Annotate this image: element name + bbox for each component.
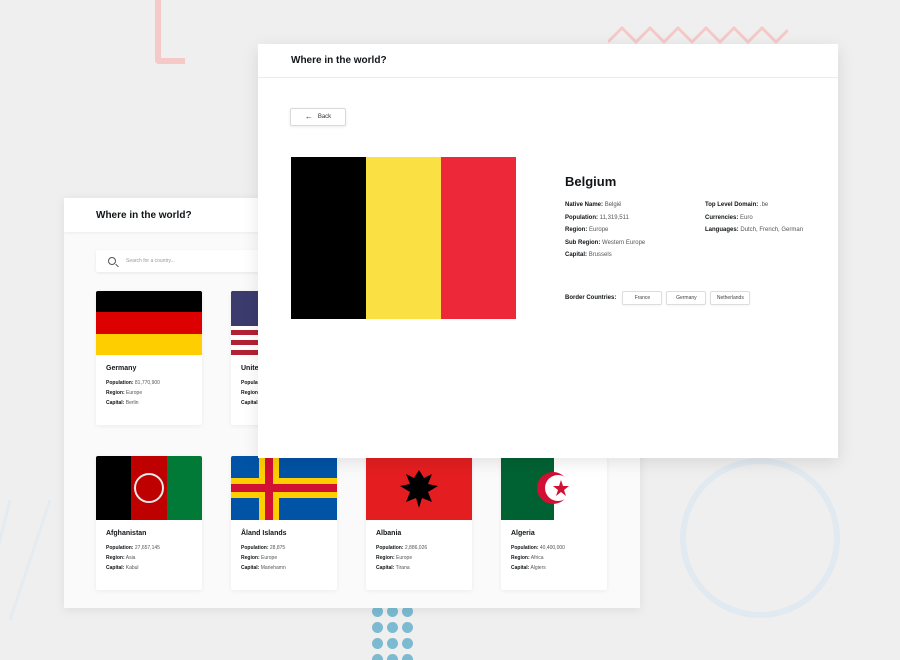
country-name: Belgium (565, 174, 617, 189)
card-capital: Capital: Berlin (106, 400, 139, 406)
card-region: Region: Europe (106, 390, 143, 396)
card-name: Algeria (511, 530, 535, 537)
country-card-germany[interactable]: Germany Population: 81,770,900 Region: E… (96, 291, 202, 425)
back-button[interactable]: ← Back (290, 108, 346, 126)
native-name: Native Name: België (565, 202, 622, 208)
search-placeholder: Search for a country... (126, 258, 175, 264)
country-card-aland-islands[interactable]: Åland Islands Population: 28,875 Region:… (231, 456, 337, 590)
flag-algeria (501, 456, 607, 520)
detail-header: Where in the world? (258, 44, 838, 78)
card-region: Region: Africa (511, 555, 544, 561)
card-name: Albania (376, 530, 402, 537)
card-name: Germany (106, 365, 137, 372)
card-name: Åland Islands (241, 530, 287, 537)
decor-l-shape (155, 0, 185, 64)
detail-window: Where in the world? ← Back Belgium Nativ… (258, 44, 838, 458)
card-capital: Capital: Kabul (106, 565, 139, 571)
country-card-afghanistan[interactable]: Afghanistan Population: 27,657,145 Regio… (96, 456, 202, 590)
card-population: Population: 28,875 (241, 545, 286, 551)
border-chip-netherlands[interactable]: Netherlands (710, 291, 751, 305)
decor-lines (0, 499, 52, 621)
detail-app-title[interactable]: Where in the world? (291, 55, 387, 66)
card-capital: Capital: Tirana (376, 565, 410, 571)
border-chip-germany[interactable]: Germany (666, 291, 707, 305)
card-name: Afghanistan (106, 530, 147, 537)
card-region: Region: Asia (106, 555, 136, 561)
country-card-albania[interactable]: Albania Population: 2,886,026 Region: Eu… (366, 456, 472, 590)
capital: Capital: Brussels (565, 252, 612, 258)
card-capital: Capital: Algiers (511, 565, 546, 571)
back-label: Back (317, 114, 332, 120)
card-population: Population: 2,886,026 (376, 545, 428, 551)
currencies: Currencies: Euro (705, 214, 753, 221)
detail-info-right: Top Level Domain: .be Currencies: Euro L… (705, 202, 803, 240)
card-capital: Capital: Mariehamn (241, 565, 286, 571)
border-countries-label: Border Countries: (565, 295, 617, 301)
flag-albania (366, 456, 472, 520)
card-population: Population: 40,400,000 (511, 545, 565, 551)
country-card-algeria[interactable]: Algeria Population: 40,400,000 Region: A… (501, 456, 607, 590)
arrow-left-icon: ← (304, 112, 313, 121)
top-level-domain: Top Level Domain: .be (705, 202, 769, 208)
decor-zigzag (608, 25, 788, 45)
region: Region: Europe (565, 227, 609, 233)
search-icon (108, 257, 116, 265)
border-countries: Border Countries: France Germany Netherl… (565, 291, 754, 305)
flag-aland-islands (231, 456, 337, 520)
card-region: Region: Europe (376, 555, 413, 561)
home-app-title[interactable]: Where in the world? (96, 210, 192, 221)
flag-germany (96, 291, 202, 355)
decor-circle (680, 458, 840, 618)
decor-dots (372, 606, 422, 660)
flag-belgium (291, 157, 516, 319)
languages: Languages: Dutch, French, German (705, 227, 804, 233)
card-population: Population: 27,657,145 (106, 545, 160, 551)
card-population: Population: 81,770,900 (106, 380, 160, 386)
card-region: Region: Europe (241, 555, 278, 561)
detail-info-left: Native Name: België Population: 11,319,5… (565, 202, 645, 265)
sub-region: Sub Region: Western Europe (565, 239, 646, 246)
flag-afghanistan (96, 456, 202, 520)
border-chip-france[interactable]: France (622, 291, 663, 305)
population: Population: 11,319,511 (565, 214, 629, 221)
